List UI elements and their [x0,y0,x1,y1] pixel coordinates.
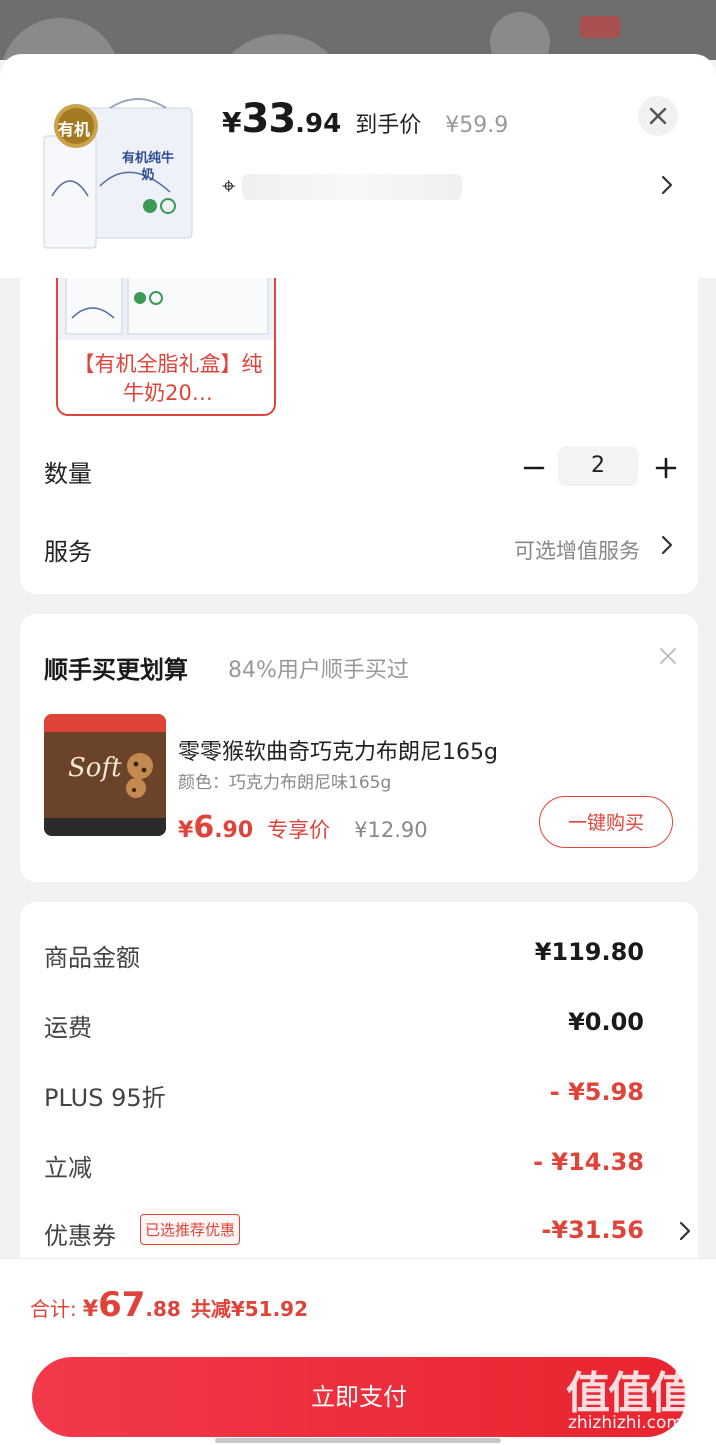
price-decimal: .94 [295,109,342,139]
coupon-tag: 已选推荐优惠 [140,1214,241,1245]
upsell-product-spec: 颜色：巧克力布朗尼味165g [178,773,392,793]
total-label: 合计: [30,1297,77,1321]
chevron-right-icon [661,535,673,555]
upsell-product-thumbnail[interactable]: Soft [44,714,166,836]
address-selector[interactable]: ⌖ [222,166,682,208]
upsell-title: 顺手买更划算 [44,656,188,684]
summary-row-subtotal: 商品金额 ¥119.80 [44,934,644,974]
upsell-product-name[interactable]: 零零猴软曲奇巧克力布朗尼165g [178,734,498,766]
home-indicator[interactable] [215,1438,501,1443]
price-currency: ¥ [222,106,242,139]
summary-row-shipping: 运费 ¥0.00 [44,1004,644,1044]
quantity-increase-button[interactable] [648,450,684,486]
close-icon [660,648,676,664]
plus-icon [655,457,677,479]
one-click-buy-button[interactable]: 一键购买 [539,796,673,848]
price-tag: 专享价 [267,818,331,842]
total-decimal: .88 [145,1297,181,1321]
background-logo [580,16,620,38]
background-page [0,0,716,60]
summary-row-plus-discount: PLUS 95折 - ¥5.98 [44,1074,644,1114]
total-integer: 67 [98,1285,146,1325]
upsell-price: ¥ 6 .90 专享价 ¥12.90 [178,810,428,845]
quantity-row: 数量 2 [44,444,677,492]
total-savings: 共减¥51.92 [190,1297,309,1321]
upsell-close-button[interactable] [656,644,680,668]
summary-label: PLUS 95折 [44,1084,166,1112]
price-integer: 33 [241,96,296,142]
price-decimal: .90 [214,818,254,843]
checkout-footer: 合计: ¥ 67 .88 共减¥51.92 立即支付 值值值 zhizhizhi… [0,1258,716,1445]
summary-label: 运费 [44,1014,92,1042]
quantity-label: 数量 [44,460,92,488]
svg-text:Soft: Soft [68,753,122,783]
summary-row-instant-discount: 立减 - ¥14.38 [44,1144,644,1184]
original-price: ¥12.90 [354,818,428,842]
product-badge: 有机 [58,120,91,139]
cookie-box-image: Soft [44,714,166,836]
service-value: 可选增值服务 [514,539,640,563]
service-row[interactable]: 服务 可选增值服务 [44,524,674,568]
product-price: ¥ 33 .94 到手价 ¥59.9 [222,96,508,142]
upsell-subtitle: 84%用户顺手买过 [228,658,409,683]
chevron-right-icon [679,1221,691,1241]
close-button[interactable] [638,96,678,136]
close-icon [649,107,667,125]
summary-value: ¥119.80 [534,938,644,966]
quantity-decrease-button[interactable] [516,450,552,486]
summary-label: 立减 [44,1154,92,1182]
product-box-title: 有机纯牛奶 [121,151,174,183]
summary-value: - ¥14.38 [533,1148,644,1176]
sku-card: 【有机全脂礼盒】纯牛奶20… 数量 2 服务 可选增值服务 [20,234,698,594]
service-label: 服务 [44,538,92,566]
location-icon: ⌖ [222,172,236,200]
summary-row-coupon[interactable]: 优惠券 已选推荐优惠 -¥31.56 [44,1212,698,1252]
total-currency: ¥ [82,1297,99,1322]
summary-value: - ¥5.98 [549,1078,644,1106]
sku-label: 【有机全脂礼盒】纯牛奶20… [73,352,263,405]
order-total: 合计: ¥ 67 .88 共减¥51.92 [30,1285,308,1325]
summary-value: ¥0.00 [568,1008,644,1036]
sku-option-selected[interactable]: 【有机全脂礼盒】纯牛奶20… [56,274,276,416]
summary-label: 商品金额 [44,944,140,972]
price-tag: 到手价 [355,113,422,138]
price-integer: 6 [193,810,215,845]
summary-value: -¥31.56 [541,1216,644,1244]
chevron-right-icon [661,175,673,195]
quantity-input[interactable]: 2 [558,446,638,486]
original-price: ¥59.9 [445,113,509,138]
upsell-card: 顺手买更划算 84%用户顺手买过 Soft 零零猴软曲奇巧克力布朗尼165g 颜… [20,614,698,882]
checkout-sheet: 有机 有机纯牛奶 ¥ 33 .94 到手价 ¥59.9 ⌖ 【有机全脂礼盒】纯牛… [0,54,716,1444]
price-currency: ¥ [178,818,194,843]
background-shape [490,12,550,60]
minus-icon [523,466,545,470]
product-header: 有机 有机纯牛奶 ¥ 33 .94 到手价 ¥59.9 ⌖ [0,54,716,278]
sku-image [58,274,274,340]
summary-label: 优惠券 [44,1222,116,1250]
product-thumbnail[interactable]: 有机 有机纯牛奶 [40,96,198,254]
pay-now-button[interactable]: 立即支付 [32,1357,686,1437]
address-placeholder [242,174,462,200]
